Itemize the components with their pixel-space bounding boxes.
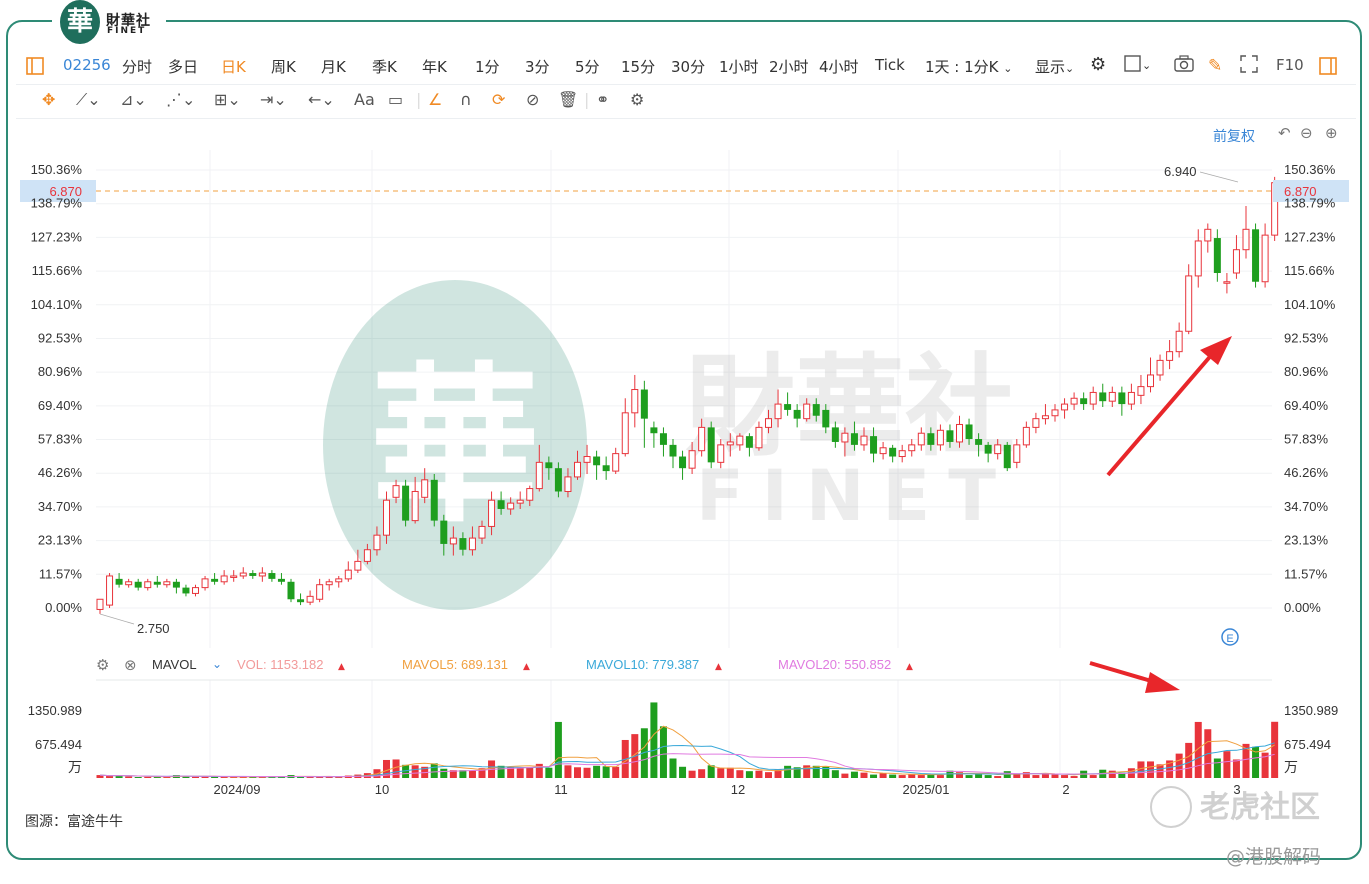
divider-icon: | xyxy=(584,90,590,109)
toolbar-divider xyxy=(16,118,1356,119)
tab-intraday[interactable]: 分时 xyxy=(122,56,152,77)
tiger-watermark-text: 老虎社区 xyxy=(1200,790,1320,825)
text-tool-icon[interactable]: Aa xyxy=(354,90,375,109)
interval-select[interactable]: 1天 : 1分K ⌄ xyxy=(925,56,1013,77)
angle-tool-icon[interactable]: ∠ xyxy=(428,90,442,109)
tab-3min[interactable]: 3分 xyxy=(525,56,550,77)
chart-frame xyxy=(6,20,1362,860)
sync-icon[interactable]: ⟳ xyxy=(492,90,505,109)
tab-1min[interactable]: 1分 xyxy=(475,56,500,77)
polyline-tool-icon[interactable]: ⋰⌄ xyxy=(166,90,195,109)
author-watermark: @港股解码 xyxy=(1226,846,1322,868)
undo-icon[interactable]: ↶ xyxy=(1278,124,1291,142)
panel-toggle-icon[interactable] xyxy=(1319,57,1337,75)
display-select[interactable]: 显示⌄ xyxy=(1035,56,1074,77)
tab-2hour[interactable]: 2小时 xyxy=(769,56,809,77)
measure-tool-icon[interactable]: ⇥⌄ xyxy=(260,90,287,109)
tab-quarterly-k[interactable]: 季K xyxy=(372,56,397,77)
hide-icon[interactable]: ⊘ xyxy=(526,90,539,109)
tab-yearly-k[interactable]: 年K xyxy=(422,56,447,77)
tab-weekly-k[interactable]: 周K xyxy=(271,56,296,77)
chart-type-select[interactable]: ⌄ xyxy=(1124,55,1151,77)
chevron-down-icon: ⌄ xyxy=(1003,62,1013,75)
stock-code[interactable]: 02256 xyxy=(63,56,111,74)
crosshair-move-icon[interactable]: ✥ xyxy=(42,90,55,109)
interval-select-value: 1天 : 1分K xyxy=(925,58,999,76)
camera-icon[interactable] xyxy=(1174,55,1194,77)
brand-emblem: 華 xyxy=(60,0,100,44)
period-toolbar: 02256 分时 多日 日K 周K 月K 季K 年K 1分 3分 5分 15分 … xyxy=(16,52,1356,80)
tab-monthly-k[interactable]: 月K xyxy=(321,56,346,77)
comment-tool-icon[interactable]: ▭ xyxy=(388,90,403,109)
drawing-settings-icon[interactable]: ⚙ xyxy=(630,90,644,109)
zoom-in-icon[interactable]: ⊕ xyxy=(1325,124,1338,142)
toolbar-divider xyxy=(16,84,1356,85)
image-source: 图源：富途牛牛 xyxy=(25,814,123,830)
tab-15min[interactable]: 15分 xyxy=(621,56,655,77)
brand-logo: 華 財華社 FINET xyxy=(52,0,166,44)
brand-name-en: FINET xyxy=(107,26,147,36)
chevron-down-icon: ⌄ xyxy=(1065,62,1075,75)
tab-daily-k[interactable]: 日K xyxy=(221,56,246,77)
tiger-logo-icon xyxy=(1150,786,1192,828)
chevron-down-icon: ⌄ xyxy=(1142,59,1152,72)
tiger-watermark: 老虎社区 xyxy=(1200,782,1320,826)
trash-icon[interactable]: 🗑 xyxy=(558,90,578,109)
channel-tool-icon[interactable]: ⊞⌄ xyxy=(214,90,241,109)
fullscreen-icon[interactable] xyxy=(1240,55,1258,77)
tab-4hour[interactable]: 4小时 xyxy=(819,56,859,77)
ray-tool-icon[interactable]: ⊿⌄ xyxy=(120,90,147,109)
divider-icon: | xyxy=(416,90,422,109)
square-icon xyxy=(1124,55,1141,72)
zoom-out-icon[interactable]: ⊖ xyxy=(1300,124,1313,142)
tab-tick[interactable]: Tick xyxy=(875,56,905,74)
adjust-mode-button[interactable]: 前复权 xyxy=(1213,126,1255,146)
display-select-value: 显示 xyxy=(1035,58,1066,76)
pencil-icon[interactable]: ✎ xyxy=(1208,56,1222,76)
arrow-tool-icon[interactable]: ←⌄ xyxy=(308,90,335,109)
f10-button[interactable]: F10 xyxy=(1276,56,1304,74)
magnet-icon[interactable]: ∩ xyxy=(460,90,472,109)
sidebar-toggle-icon[interactable] xyxy=(26,57,44,75)
tab-30min[interactable]: 30分 xyxy=(671,56,705,77)
line-tool-icon[interactable]: ⟋⌄ xyxy=(76,90,101,110)
tab-multiday[interactable]: 多日 xyxy=(168,56,198,77)
tab-1hour[interactable]: 1小时 xyxy=(719,56,759,77)
gear-icon[interactable]: ⚙ xyxy=(1090,54,1106,75)
link-icon[interactable]: ⚭ xyxy=(596,90,609,109)
drawing-toolbar: ✥ ⟋⌄ ⊿⌄ ⋰⌄ ⊞⌄ ⇥⌄ ←⌄ Aa ▭ | ∠ ∩ ⟳ ⊘ 🗑 | ⚭… xyxy=(36,88,676,114)
tab-5min[interactable]: 5分 xyxy=(575,56,600,77)
